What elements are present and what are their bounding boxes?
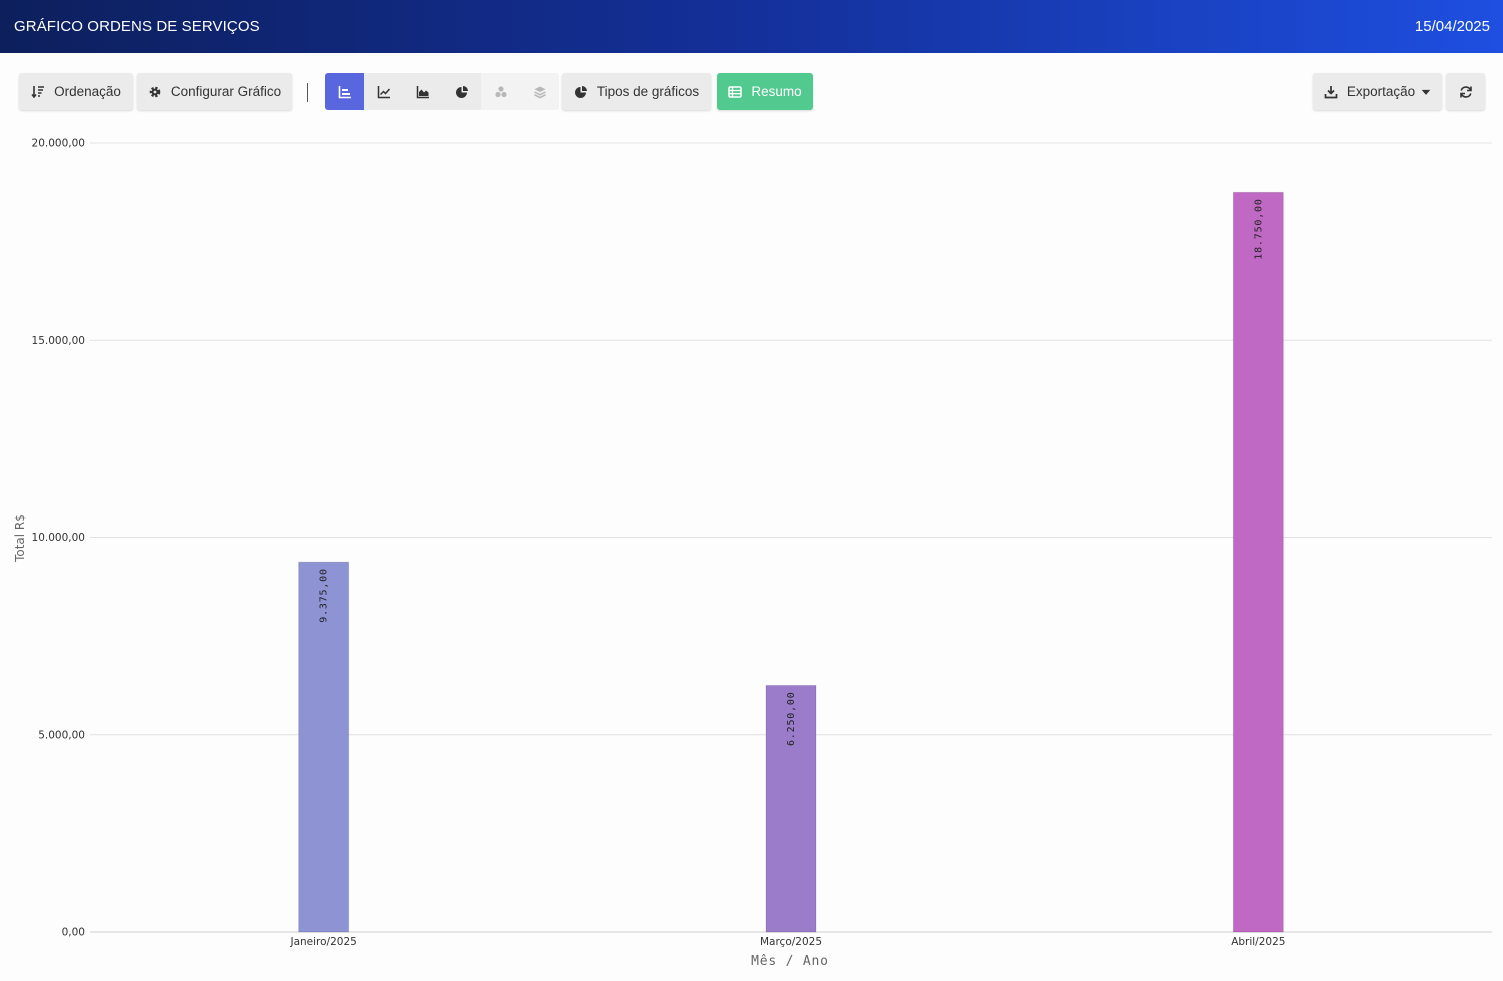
y-tick-label: 0,00: [62, 927, 85, 939]
toolbar-divider: [307, 83, 308, 102]
x-tick-label: Janeiro/2025: [289, 936, 356, 948]
y-tick-label: 10.000,00: [32, 532, 85, 544]
y-axis-title: Total R$: [13, 514, 27, 563]
pie-chart-icon: [455, 85, 468, 98]
configure-chart-button[interactable]: Configurar Gráfico: [137, 73, 292, 110]
bubble-chart-type-button[interactable]: [481, 73, 520, 110]
sort-label: Ordenação: [54, 84, 121, 99]
x-tick-label: Abril/2025: [1231, 936, 1285, 948]
toolbar: Ordenação Configurar Gráfico Tipos de gr…: [0, 73, 1503, 110]
summary-label: Resumo: [751, 84, 802, 99]
bar[interactable]: [1232, 191, 1284, 933]
table-icon: [728, 85, 743, 98]
x-axis-title: Mês / Ano: [751, 954, 829, 969]
bar-chart-type-button[interactable]: [325, 73, 364, 110]
bar-data-label: 6.250,00: [786, 691, 797, 746]
chart-types-button[interactable]: Tipos de gráficos: [562, 73, 711, 110]
y-tick-label: 15.000,00: [32, 335, 85, 347]
pie-chart-icon: [574, 85, 587, 98]
sort-button[interactable]: Ordenação: [19, 73, 133, 110]
line-chart-type-button[interactable]: [364, 73, 403, 110]
bubble-chart-icon: [494, 85, 507, 97]
refresh-button[interactable]: [1446, 73, 1485, 110]
y-tick-label: 5.000,00: [38, 729, 85, 741]
sort-icon: [31, 85, 45, 98]
export-dropdown-button[interactable]: Exportação: [1313, 73, 1442, 110]
page-title: GRÁFICO ORDENS DE SERVIÇOS: [14, 18, 260, 35]
bar-chart: 0,00 5.000,00 10.000,00 15.000,00 20.000,00 9…: [13, 138, 1492, 969]
bar-chart-icon: [338, 85, 351, 98]
stacked-layers-icon: [533, 86, 546, 98]
chart-area: 0,00 5.000,00 10.000,00 15.000,00 20.000,00 9…: [0, 125, 1503, 976]
download-icon: [1324, 85, 1338, 98]
caret-down-icon: [1421, 89, 1431, 95]
export-label: Exportação: [1346, 84, 1416, 99]
chart-types-label: Tipos de gráficos: [596, 84, 700, 99]
bar-data-label: 9.375,00: [319, 568, 330, 623]
area-chart-type-button[interactable]: [403, 73, 442, 110]
pie-chart-type-button[interactable]: [442, 73, 481, 110]
stacked-chart-type-button[interactable]: [520, 73, 559, 110]
refresh-icon: [1459, 85, 1472, 98]
area-chart-icon: [416, 85, 429, 98]
page-header: GRÁFICO ORDENS DE SERVIÇOS 15/04/2025: [0, 0, 1503, 53]
x-tick-label: Março/2025: [760, 936, 822, 948]
bar-data-label: 18.750,00: [1253, 198, 1264, 259]
summary-button[interactable]: Resumo: [717, 73, 813, 110]
line-chart-icon: [377, 85, 390, 98]
gear-icon: [149, 86, 161, 97]
header-date: 15/04/2025: [1414, 18, 1490, 35]
configure-chart-label: Configurar Gráfico: [170, 84, 282, 99]
y-tick-label: 20.000,00: [32, 138, 85, 150]
